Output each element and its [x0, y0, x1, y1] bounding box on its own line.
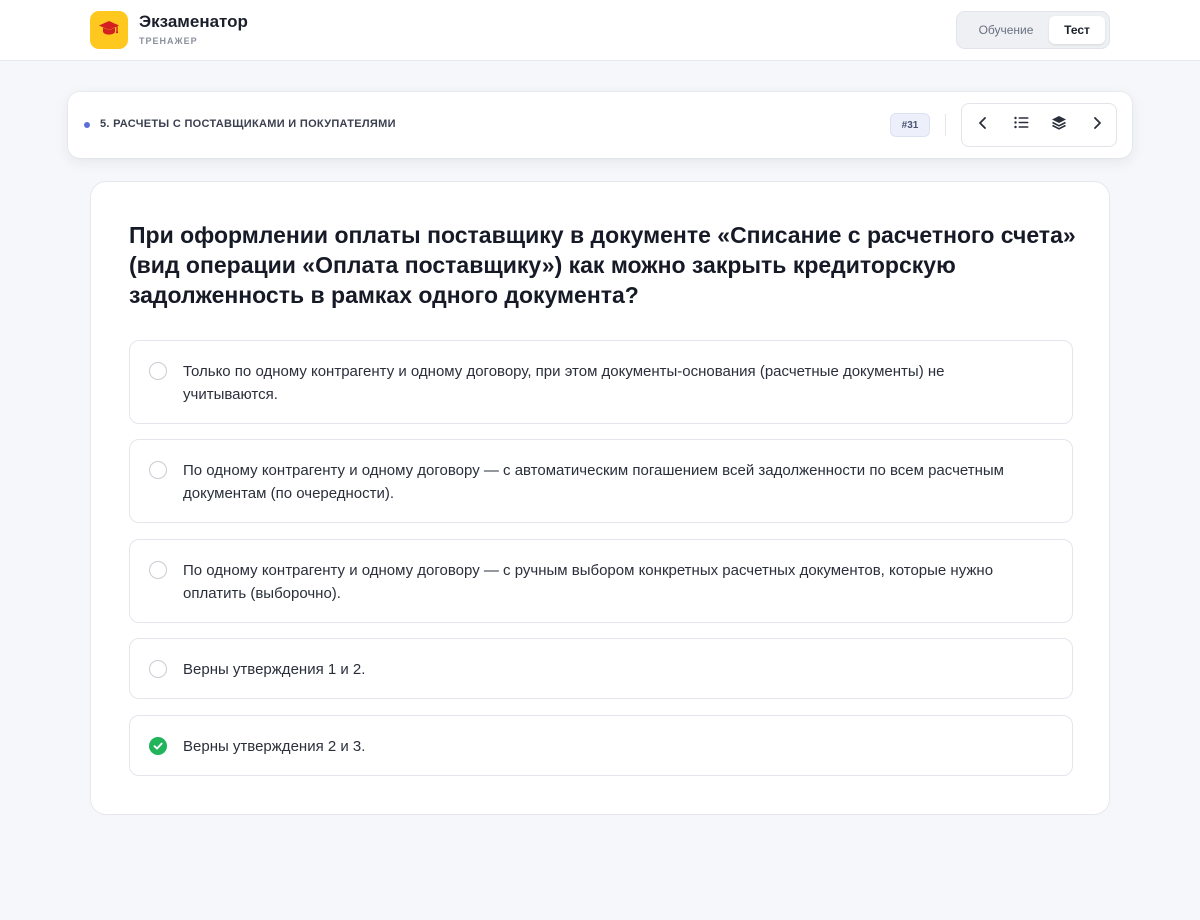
answer-option-1[interactable]: Только по одному контрагенту и одному до…	[129, 340, 1073, 424]
section-title: 5. РАСЧЕТЫ С ПОСТАВЩИКАМИ И ПОКУПАТЕЛЯМИ	[100, 118, 396, 130]
section-dot	[84, 122, 90, 128]
answer-option-text: По одному контрагенту и одному договору …	[183, 462, 1004, 502]
question-nav	[961, 103, 1117, 147]
chevron-left-icon	[976, 116, 990, 135]
answer-option-text: По одному контрагенту и одному договору …	[183, 562, 994, 602]
radio-button[interactable]	[149, 362, 167, 380]
section-bar: 5. РАСЧЕТЫ С ПОСТАВЩИКАМИ И ПОКУПАТЕЛЯМИ…	[68, 92, 1132, 158]
app-title: Экзаменатор	[139, 12, 248, 31]
question-list-button[interactable]	[1002, 104, 1040, 146]
graduation-cap-icon	[98, 19, 120, 42]
answer-option-4[interactable]: Верны утверждения 1 и 2.	[129, 638, 1073, 699]
prev-question-button[interactable]	[964, 104, 1002, 146]
list-icon	[1013, 116, 1029, 134]
top-bar: Экзаменатор ТРЕНАЖЕР Обучение Тест	[0, 0, 1200, 61]
layers-icon	[1051, 115, 1067, 135]
question-number-badge: #31	[890, 113, 930, 137]
question-card: При оформлении оплаты поставщику в докум…	[90, 181, 1110, 815]
mode-learn-button[interactable]: Обучение	[967, 16, 1045, 44]
question-text: При оформлении оплаты поставщику в докум…	[129, 222, 1076, 308]
answer-option-text: Верны утверждения 1 и 2.	[183, 661, 366, 678]
radio-button[interactable]	[149, 461, 167, 479]
next-question-button[interactable]	[1078, 104, 1116, 146]
answer-option-2[interactable]: По одному контрагенту и одному договору …	[129, 439, 1073, 523]
chevron-right-icon	[1090, 116, 1104, 135]
answer-option-text: Верны утверждения 2 и 3.	[183, 738, 366, 755]
app-logo	[90, 11, 128, 49]
app-subtitle: ТРЕНАЖЕР	[139, 36, 198, 46]
radio-button[interactable]	[149, 561, 167, 579]
answer-option-text: Только по одному контрагенту и одному до…	[183, 363, 945, 403]
mode-test-button[interactable]: Тест	[1049, 16, 1105, 44]
answer-option-5[interactable]: Верны утверждения 2 и 3.	[129, 715, 1073, 776]
answer-option-3[interactable]: По одному контрагенту и одному договору …	[129, 539, 1073, 623]
layers-button[interactable]	[1040, 104, 1078, 146]
mode-switch: Обучение Тест	[956, 11, 1110, 49]
check-circle-icon[interactable]	[149, 737, 167, 755]
divider	[945, 114, 946, 136]
radio-button[interactable]	[149, 660, 167, 678]
